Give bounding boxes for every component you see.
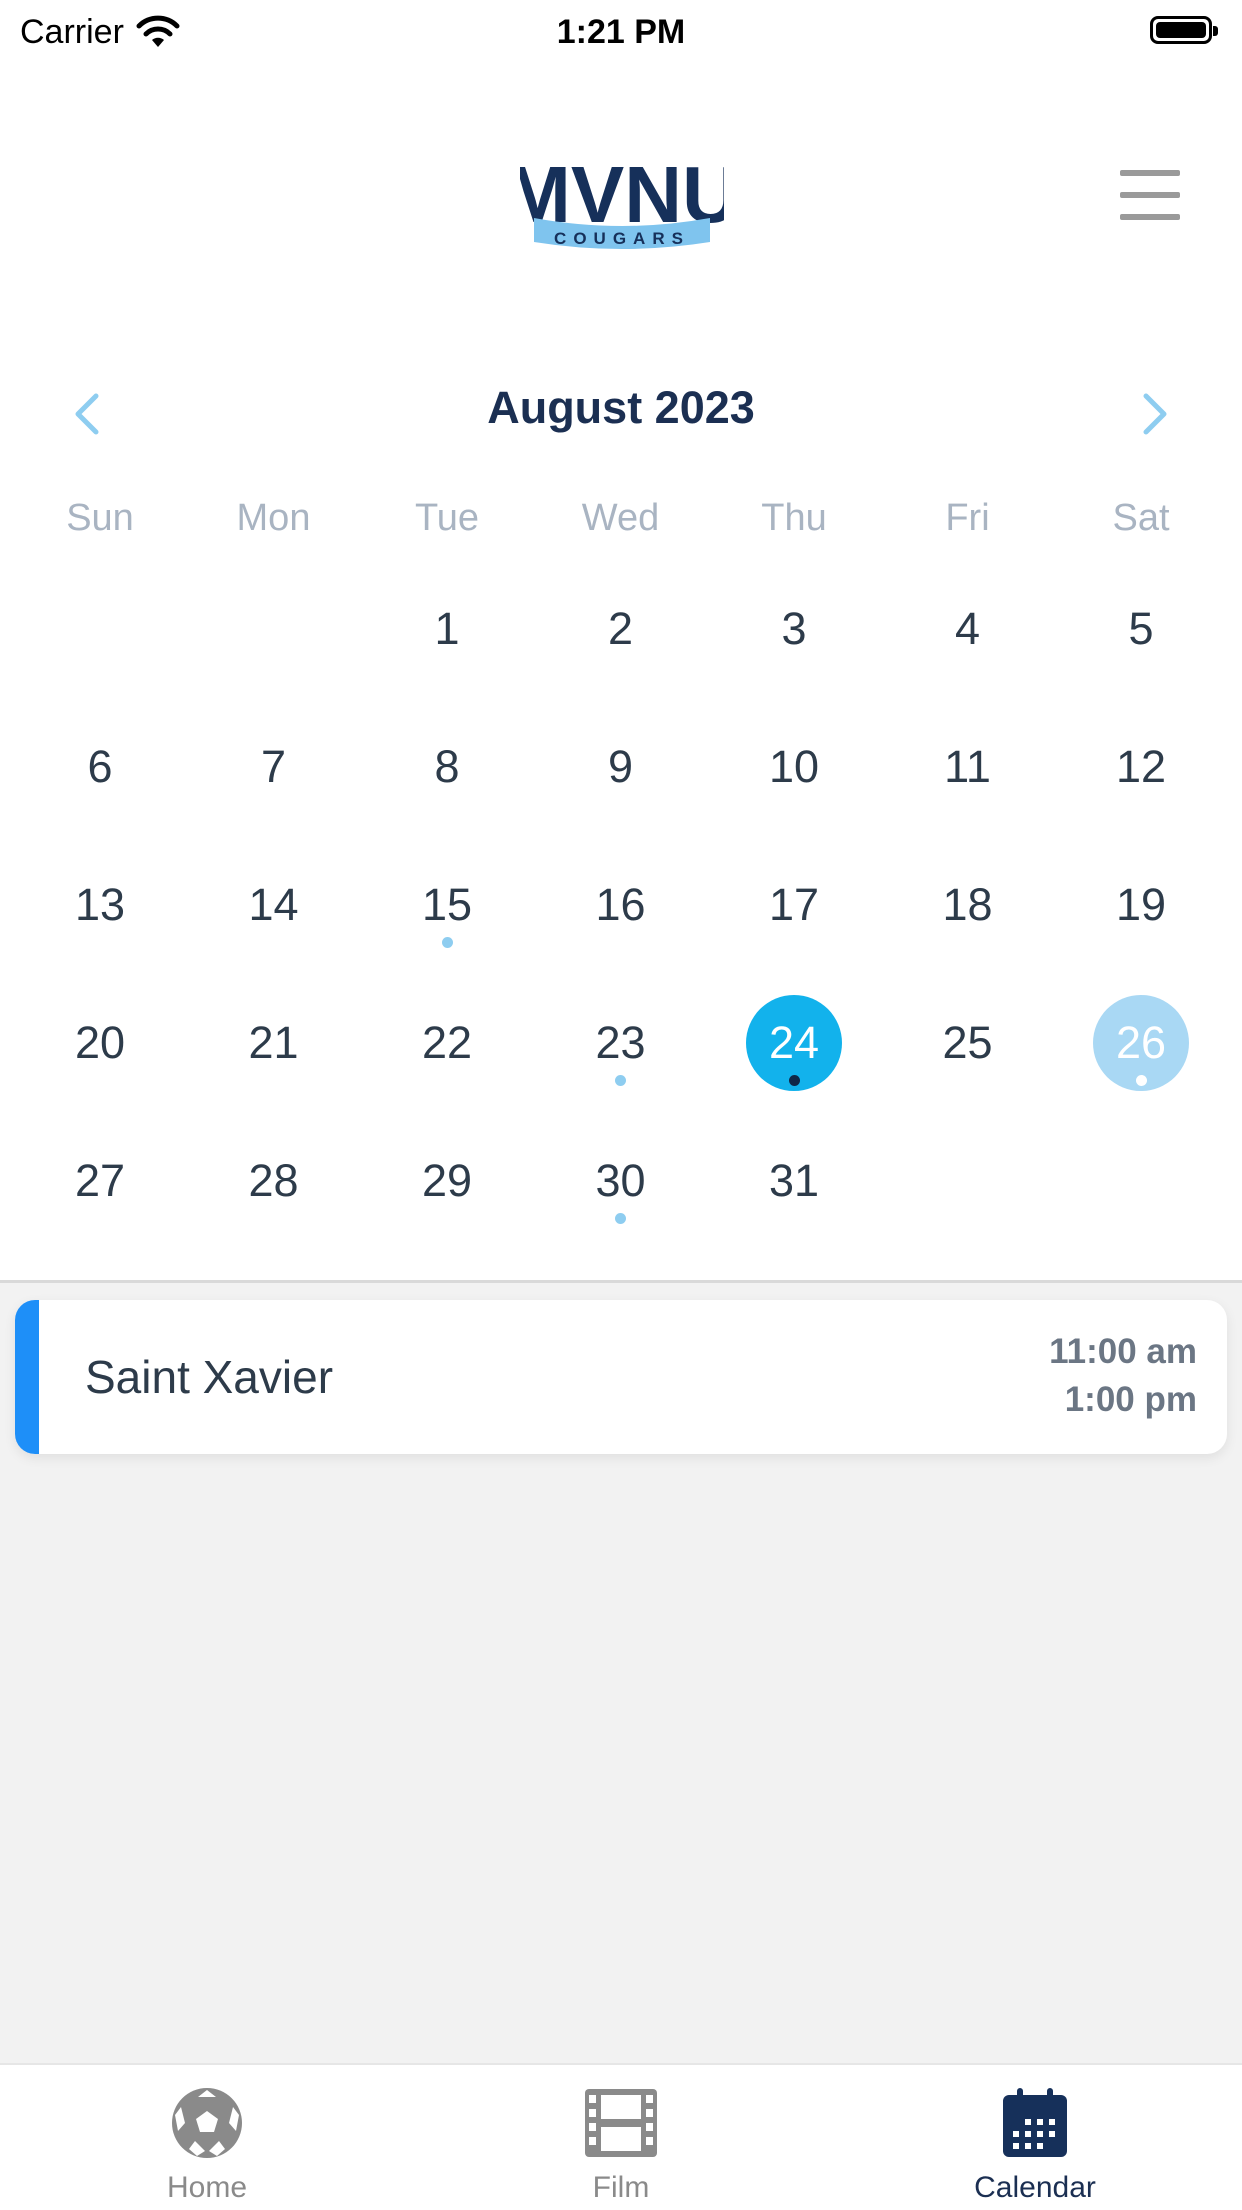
calendar-day[interactable]: 22 xyxy=(399,995,495,1091)
tab-home-label: Home xyxy=(166,2171,248,2204)
calendar-day-number: 28 xyxy=(248,1155,299,1206)
calendar-day-number: 1 xyxy=(434,603,460,654)
calendar-day-number: 3 xyxy=(781,603,807,654)
calendar-day[interactable]: 30 xyxy=(573,1133,669,1229)
calendar-day[interactable]: 13 xyxy=(52,857,148,953)
calendar-day-number: 22 xyxy=(421,1017,473,1068)
calendar-day-number: 8 xyxy=(434,741,460,792)
calendar-day-number: 5 xyxy=(1128,603,1154,654)
event-card[interactable]: Saint Xavier 11:00 am 1:00 pm xyxy=(15,1300,1227,1454)
hamburger-menu-icon[interactable] xyxy=(1120,170,1180,220)
calendar-day-number: 11 xyxy=(944,741,991,792)
tab-film-label: Film xyxy=(592,2171,650,2204)
calendar-day-number: 23 xyxy=(595,1017,646,1068)
calendar-day-number: 14 xyxy=(248,879,299,930)
event-start-time: 11:00 am xyxy=(1049,1332,1197,1371)
calendar-day[interactable]: 1 xyxy=(399,581,495,677)
weekday-label: Tue xyxy=(414,497,480,539)
calendar-day-number: 18 xyxy=(942,879,993,930)
next-month-button[interactable] xyxy=(1124,384,1184,444)
calendar-day[interactable]: 12 xyxy=(1093,719,1189,815)
calendar-day-number: 19 xyxy=(1115,879,1167,930)
battery-icon xyxy=(1150,16,1218,44)
calendar-day[interactable]: 19 xyxy=(1093,857,1189,953)
calendar-day[interactable]: 10 xyxy=(746,719,842,815)
calendar-day[interactable]: 28 xyxy=(226,1133,322,1229)
calendar-day[interactable]: 31 xyxy=(746,1133,842,1229)
event-name: Saint Xavier xyxy=(85,1351,334,1403)
calendar-day[interactable]: 4 xyxy=(920,581,1016,677)
tab-home[interactable]: Home xyxy=(0,2065,414,2210)
weekday-label: Thu xyxy=(761,497,827,539)
calendar-icon xyxy=(1003,2088,1067,2157)
calendar-day-number: 31 xyxy=(768,1155,820,1206)
calendar-day-number: 25 xyxy=(942,1017,993,1068)
calendar-day[interactable]: 26 xyxy=(1093,995,1189,1091)
calendar-day[interactable]: 15 xyxy=(399,857,495,953)
calendar-day-number: 10 xyxy=(768,741,820,792)
calendar-day[interactable]: 3 xyxy=(746,581,842,677)
event-indicator-dot xyxy=(441,937,453,948)
calendar-day[interactable]: 9 xyxy=(573,719,669,815)
calendar-day[interactable]: 8 xyxy=(399,719,495,815)
calendar-day[interactable]: 11 xyxy=(920,719,1016,815)
calendar-day-number: 7 xyxy=(260,741,287,792)
calendar-day-number: 26 xyxy=(1115,1017,1167,1068)
soccer-ball-icon xyxy=(172,2088,242,2158)
calendar-day[interactable]: 20 xyxy=(52,995,148,1091)
logo-subtext: COUGARS xyxy=(554,229,690,248)
calendar-day-number: 30 xyxy=(595,1155,646,1206)
weekday-label: Fri xyxy=(945,497,990,539)
calendar-day-number: 27 xyxy=(74,1155,126,1206)
calendar-day-number: 12 xyxy=(1115,741,1167,792)
tab-film[interactable]: Film xyxy=(414,2065,828,2210)
film-icon xyxy=(585,2089,657,2157)
tab-calendar-label: Calendar xyxy=(974,2171,1096,2204)
calendar-day[interactable]: 16 xyxy=(573,857,669,953)
calendar-day[interactable]: 24 xyxy=(746,995,842,1091)
weekday-label: Wed xyxy=(581,497,660,539)
calendar-day-number: 2 xyxy=(607,603,634,654)
calendar-day-number: 16 xyxy=(595,879,646,930)
mvnu-cougars-logo: MVNU COUGARS xyxy=(520,150,724,249)
calendar-day-number: 15 xyxy=(421,879,473,930)
calendar-day-number: 21 xyxy=(248,1017,299,1068)
calendar-day[interactable]: 23 xyxy=(573,995,669,1091)
calendar-day-number: 9 xyxy=(607,741,634,792)
calendar-day[interactable]: 7 xyxy=(226,719,322,815)
calendar-day[interactable]: 6 xyxy=(52,719,148,815)
calendar-day[interactable]: 21 xyxy=(226,995,322,1091)
calendar-day[interactable]: 17 xyxy=(746,857,842,953)
calendar-day-number: 29 xyxy=(421,1155,473,1206)
tab-bar: Home Film Calendar xyxy=(0,2063,1242,2210)
event-indicator-dot xyxy=(1135,1075,1147,1086)
event-times: 11:00 am 1:00 pm xyxy=(1049,1328,1197,1424)
event-accent-bar xyxy=(15,1300,39,1454)
weekday-label: Mon xyxy=(236,497,311,539)
event-indicator-dot xyxy=(788,1075,800,1086)
month-title: August 2023 xyxy=(487,382,755,433)
chevron-right-icon xyxy=(1143,393,1167,435)
calendar-day[interactable]: 29 xyxy=(399,1133,495,1229)
calendar-day[interactable]: 2 xyxy=(573,581,669,677)
status-time: 1:21 PM xyxy=(556,13,686,51)
calendar-day-number: 6 xyxy=(87,741,113,792)
calendar-day[interactable]: 18 xyxy=(920,857,1016,953)
calendar-day-number: 4 xyxy=(954,603,981,654)
tab-calendar[interactable]: Calendar xyxy=(828,2065,1242,2210)
weekday-header: Sun Mon Tue Wed Thu Fri Sat xyxy=(0,490,1242,546)
event-indicator-dot xyxy=(615,1213,626,1224)
event-indicator-dot xyxy=(615,1075,626,1086)
calendar-day[interactable]: 27 xyxy=(52,1133,148,1229)
calendar-day-number: 20 xyxy=(74,1017,126,1068)
calendar-day-number: 24 xyxy=(768,1017,820,1068)
weekday-label: Sat xyxy=(1112,497,1170,539)
calendar-day-number: 17 xyxy=(768,879,820,930)
calendar-day[interactable]: 14 xyxy=(226,857,322,953)
event-end-time: 1:00 pm xyxy=(1064,1380,1197,1419)
calendar-day-number: 13 xyxy=(74,879,126,930)
calendar-day[interactable]: 5 xyxy=(1093,581,1189,677)
weekday-label: Sun xyxy=(66,497,134,539)
calendar-day[interactable]: 25 xyxy=(920,995,1016,1091)
